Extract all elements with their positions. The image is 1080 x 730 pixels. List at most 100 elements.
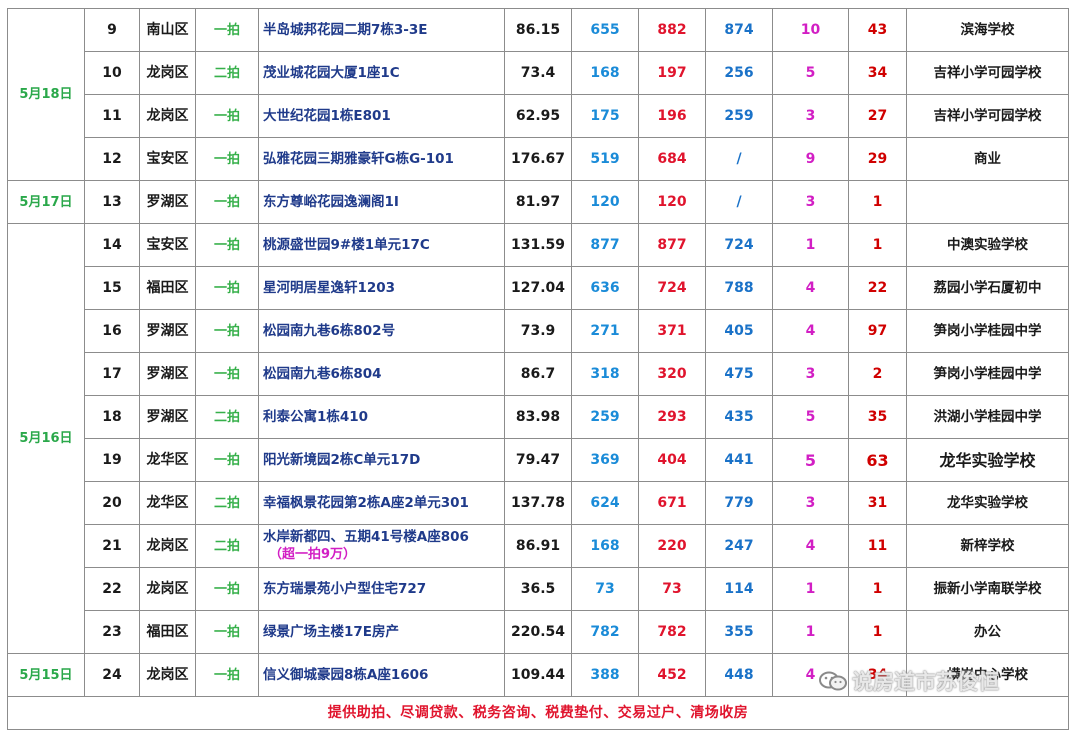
area-cell: 137.78 [504, 481, 572, 525]
row-number-cell: 20 [84, 481, 140, 525]
auction-round-cell: 一拍 [195, 180, 259, 224]
auction-date-cell: 5月16日 [7, 223, 85, 654]
property-name: 水岸新都四、五期41号楼A座806 [263, 529, 469, 545]
table-row: 5月17日 13 罗湖区 一拍 东方尊峪花园逸澜阁1I 81.97 120 120/3 1 [7, 180, 1069, 224]
district-cell: 龙岗区 [139, 653, 196, 697]
bidder-count-cell: 3 [772, 180, 849, 224]
table-row: 10 龙岗区 二拍 茂业城花园大厦1座1C 73.4 168 197 256 5 34 吉祥小学可园… [8, 51, 1069, 95]
deal-price-cell: 782 [638, 610, 706, 654]
auction-round-cell: 一拍 [195, 653, 259, 697]
area-cell: 73.4 [504, 51, 572, 95]
deal-price-cell: 371 [638, 309, 706, 353]
viewer-count-cell: 1 [848, 610, 907, 654]
school-cell: 荔园小学石厦初中 [906, 266, 1069, 310]
area-cell: 79.47 [504, 438, 572, 482]
bidder-count-cell: 1 [772, 567, 849, 611]
bidder-count-cell: 4 [772, 524, 849, 568]
row-number-cell: 18 [84, 395, 140, 439]
bidder-count-cell: 5 [772, 395, 849, 439]
reference-price-cell: 874 [705, 8, 773, 52]
viewer-count-cell: 29 [848, 137, 907, 181]
auction-round-cell: 一拍 [195, 438, 259, 482]
district-cell: 福田区 [139, 266, 196, 310]
auction-round-cell: 一拍 [195, 266, 259, 310]
property-name-cell: 绿景广场主楼17E房产 [258, 610, 505, 654]
viewer-count-cell: 27 [848, 94, 907, 138]
property-name: 星河明居星逸轩1203 [263, 279, 396, 296]
row-number-cell: 13 [84, 180, 140, 224]
viewer-count-cell: 31 [848, 481, 907, 525]
property-name: 松园南九巷6栋804 [263, 365, 382, 382]
start-price-cell: 271 [571, 309, 639, 353]
property-name-cell: 幸福枫景花园第2栋A座2单元301 [258, 481, 505, 525]
deal-price-cell: 120 [638, 180, 706, 224]
table-row: 20 龙华区 二拍 幸福枫景花园第2栋A座2单元301 137.78 624 671 779 3… [8, 481, 1069, 525]
table-row: 23 福田区 一拍 绿景广场主楼17E房产 220.54 782 782 355 1 1 办公 [8, 610, 1069, 654]
property-name: 绿景广场主楼17E房产 [263, 623, 400, 640]
school-cell: 商业 [906, 137, 1069, 181]
auction-round-cell: 二拍 [195, 51, 259, 95]
school-cell: 笋岗小学桂园中学 [906, 352, 1069, 396]
property-name: 桃源盛世园9#楼1单元17C [263, 236, 430, 253]
area-cell: 81.97 [504, 180, 572, 224]
table-row: 17 罗湖区 一拍 松园南九巷6栋804 86.7 318 320 475 3 2 笋岗小学桂园中学 [8, 352, 1069, 396]
property-name-cell: 松园南九巷6栋804 [258, 352, 505, 396]
property-name-cell: 大世纪花园1栋E801 [258, 94, 505, 138]
bidder-count-cell: 1 [772, 610, 849, 654]
school-cell: 办公 [906, 610, 1069, 654]
start-price-cell: 369 [571, 438, 639, 482]
district-cell: 福田区 [139, 610, 196, 654]
property-name-cell: 半岛城邦花园二期7栋3-3E [258, 8, 505, 52]
deal-price-cell: 404 [638, 438, 706, 482]
bidder-count-cell: 9 [772, 137, 849, 181]
start-price-cell: 519 [571, 137, 639, 181]
deal-price-cell: 220 [638, 524, 706, 568]
watermark: 说房道市苏俊恒 [818, 666, 999, 696]
school-cell: 龙华实验学校 [906, 481, 1069, 525]
area-cell: 86.15 [504, 8, 572, 52]
property-name: 利泰公寓1栋410 [263, 408, 369, 425]
district-cell: 罗湖区 [139, 395, 196, 439]
district-cell: 龙岗区 [139, 94, 196, 138]
reference-price-cell: 259 [705, 94, 773, 138]
reference-price-cell: / [705, 180, 773, 224]
table-row: 21 龙岗区 二拍 水岸新都四、五期41号楼A座806 （超一拍9万） 86.91 168 2… [8, 524, 1069, 568]
reference-price-cell: 788 [705, 266, 773, 310]
property-name-cell: 东方瑞景苑小户型住宅727 [258, 567, 505, 611]
deal-price-cell: 73 [638, 567, 706, 611]
property-name-cell: 利泰公寓1栋410 [258, 395, 505, 439]
deal-price-cell: 724 [638, 266, 706, 310]
area-cell: 62.95 [504, 94, 572, 138]
auction-round-cell: 一拍 [195, 94, 259, 138]
bidder-count-cell: 3 [772, 352, 849, 396]
school-cell: 滨海学校 [906, 8, 1069, 52]
area-cell: 86.91 [504, 524, 572, 568]
table-row: 12 宝安区 一拍 弘雅花园三期雅豪轩G栋G-101 176.67 519 684/9 29 商… [8, 137, 1069, 181]
property-name: 东方尊峪花园逸澜阁1I [263, 193, 399, 210]
reference-price-cell: 114 [705, 567, 773, 611]
district-cell: 龙岗区 [139, 524, 196, 568]
district-cell: 龙岗区 [139, 51, 196, 95]
auction-round-cell: 一拍 [195, 223, 259, 267]
bidder-count-cell: 5 [772, 438, 849, 482]
property-name: 东方瑞景苑小户型住宅727 [263, 580, 427, 597]
reference-price-cell: 405 [705, 309, 773, 353]
property-name-cell: 阳光新境园2栋C单元17D [258, 438, 505, 482]
row-number-cell: 21 [84, 524, 140, 568]
reference-price-cell: / [705, 137, 773, 181]
start-price-cell: 120 [571, 180, 639, 224]
area-cell: 109.44 [504, 653, 572, 697]
district-cell: 罗湖区 [139, 309, 196, 353]
property-name-cell: 茂业城花园大厦1座1C [258, 51, 505, 95]
reference-price-cell: 247 [705, 524, 773, 568]
auction-round-cell: 二拍 [195, 481, 259, 525]
viewer-count-cell: 43 [848, 8, 907, 52]
start-price-cell: 73 [571, 567, 639, 611]
deal-price-cell: 882 [638, 8, 706, 52]
property-name-cell: 弘雅花园三期雅豪轩G栋G-101 [258, 137, 505, 181]
property-name-cell: 松园南九巷6栋802号 [258, 309, 505, 353]
viewer-count-cell: 97 [848, 309, 907, 353]
school-cell: 吉祥小学可园学校 [906, 51, 1069, 95]
deal-price-cell: 293 [638, 395, 706, 439]
auction-round-cell: 一拍 [195, 8, 259, 52]
